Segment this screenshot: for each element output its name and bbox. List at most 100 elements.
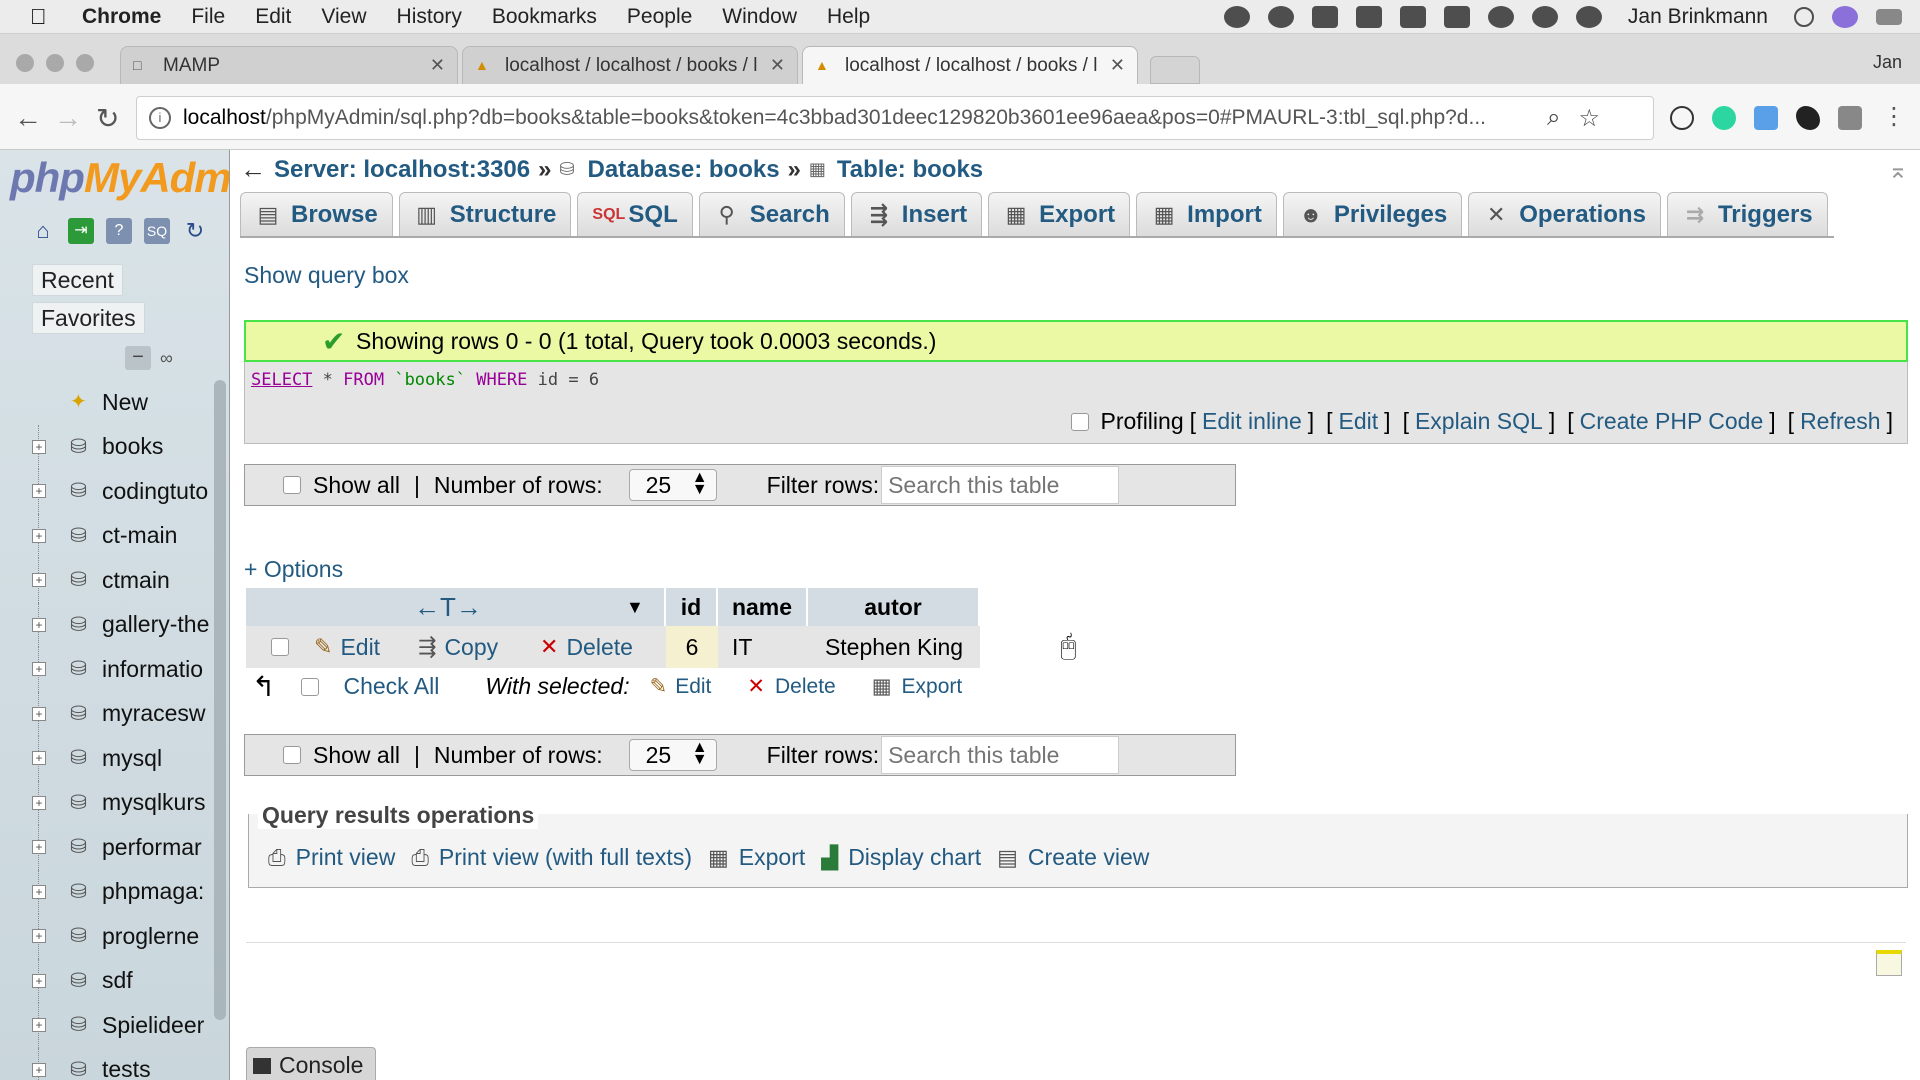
tree-item-db[interactable]: + ⛁ ct-main — [0, 513, 215, 558]
edit-inline-link[interactable]: Edit inline — [1202, 408, 1302, 435]
site-info-icon[interactable]: i — [149, 107, 171, 129]
tree-item-db[interactable]: + ⛁ sdf — [0, 958, 215, 1003]
tab-export[interactable]: ▦ Export — [988, 192, 1131, 236]
expand-icon[interactable]: + — [32, 573, 46, 588]
row-delete-link[interactable]: ✕ Delete — [540, 634, 633, 661]
sidebar-scrollbar[interactable] — [214, 380, 226, 1020]
collapse-all-icon[interactable]: − — [125, 346, 151, 370]
bulk-edit-button[interactable]: ✎ Edit — [650, 674, 712, 699]
tab-close-icon[interactable]: ✕ — [430, 55, 445, 76]
app-tray-icon[interactable] — [1355, 6, 1382, 28]
menu-file[interactable]: File — [191, 5, 225, 29]
tree-item-db[interactable]: + ⛁ Spielideer — [0, 1003, 215, 1048]
tree-item-db[interactable]: + ⛁ tests — [0, 1047, 215, 1080]
menu-chrome[interactable]: Chrome — [82, 5, 161, 29]
extension-m-icon[interactable] — [1712, 106, 1736, 130]
tree-item-new[interactable]: ✦ New — [0, 380, 215, 425]
menu-history[interactable]: History — [397, 5, 462, 29]
tree-item-db[interactable]: + ⛁ books — [0, 424, 215, 469]
column-header-name[interactable]: name — [718, 588, 808, 626]
tree-item-db[interactable]: + ⛁ mysql — [0, 736, 215, 781]
minimize-window-button[interactable] — [46, 54, 64, 72]
print-view-full-link[interactable]: ⎙ Print view (with full texts) — [411, 844, 692, 871]
tab-browse[interactable]: ▤ Browse — [240, 192, 393, 236]
print-view-link[interactable]: ⎙ Print view — [268, 844, 395, 871]
browser-tab-mamp[interactable]: □ MAMP ✕ — [120, 46, 458, 84]
cell-autor[interactable]: Stephen King — [808, 626, 980, 668]
tree-item-db[interactable]: + ⛁ myracesw — [0, 691, 215, 736]
tab-insert[interactable]: ⇶ Insert — [850, 192, 983, 236]
bulk-export-button[interactable]: ▦ Export — [872, 674, 963, 699]
leaf-tray-icon[interactable] — [1487, 6, 1514, 28]
siri-icon[interactable] — [1832, 6, 1858, 28]
tab-sql[interactable]: SQL SQL — [577, 192, 693, 236]
expand-icon[interactable]: + — [32, 617, 46, 632]
column-resize-icon[interactable]: ←T→ — [414, 592, 482, 623]
tab-structure[interactable]: ▥ Structure — [398, 192, 572, 236]
address-bar[interactable]: i localhost/phpMyAdmin/sql.php?db=books&… — [136, 96, 1654, 140]
favorite-tables-button[interactable]: Favorites — [32, 302, 145, 334]
zoom-icon[interactable]: ⌕ — [1547, 104, 1560, 133]
time-machine-icon[interactable] — [1575, 6, 1602, 28]
filter-rows-input[interactable] — [881, 736, 1120, 774]
recent-tables-button[interactable]: Recent — [32, 264, 123, 296]
chrome-menu-icon[interactable]: ⋮ — [1882, 102, 1906, 131]
row-copy-link[interactable]: ⇶ Copy — [418, 634, 498, 661]
sql-keyword-select[interactable]: SELECT — [251, 370, 312, 390]
expand-icon[interactable]: + — [32, 1062, 46, 1077]
new-tab-button[interactable] — [1150, 56, 1200, 84]
show-query-box-link[interactable]: Show query box — [244, 262, 409, 289]
cell-id[interactable]: 6 — [666, 626, 718, 668]
tab-operations[interactable]: ✕ Operations — [1468, 192, 1661, 236]
profiling-checkbox[interactable] — [1070, 412, 1089, 431]
tree-item-db[interactable]: + ⛁ performar — [0, 825, 215, 870]
onepassword-icon[interactable] — [1267, 6, 1294, 28]
rows-select[interactable]: 25 ▲ ▼ — [628, 739, 717, 771]
expand-icon[interactable]: + — [32, 706, 46, 721]
browser-tab-books-1[interactable]: ▲ localhost / localhost / books / l ✕ — [462, 46, 798, 84]
column-header-autor[interactable]: autor — [808, 588, 980, 626]
tab-search[interactable]: ⚲ Search — [698, 192, 845, 236]
menu-window[interactable]: Window — [722, 5, 797, 29]
link-with-main-icon[interactable]: ∞ — [160, 348, 186, 368]
logout-icon[interactable]: ⇥ — [68, 218, 94, 244]
tab-triggers[interactable]: ⇉ Triggers — [1666, 192, 1828, 236]
dropbox-icon[interactable] — [1311, 6, 1338, 28]
apple-menu-icon[interactable]:  — [30, 4, 60, 30]
menu-help[interactable]: Help — [827, 5, 870, 29]
tree-item-db[interactable]: + ⛁ informatio — [0, 647, 215, 692]
creative-cloud-icon[interactable] — [1223, 6, 1250, 28]
dropdown-arrow-icon[interactable]: ▼ — [626, 597, 644, 618]
create-php-code-link[interactable]: Create PHP Code — [1580, 408, 1764, 435]
zoom-window-button[interactable] — [76, 54, 94, 72]
reload-navigation-icon[interactable]: ↻ — [182, 218, 208, 244]
hide-navigation-icon[interactable]: ← — [240, 154, 266, 185]
tab-import[interactable]: ▦ Import — [1136, 192, 1277, 236]
explain-sql-link[interactable]: Explain SQL — [1415, 408, 1543, 435]
column-header-id[interactable]: id — [666, 588, 718, 626]
check-all-link[interactable]: Check All — [343, 673, 439, 700]
row-edit-link[interactable]: ✎ Edit — [314, 634, 380, 661]
query-window-icon[interactable]: ? — [106, 218, 132, 244]
create-view-link[interactable]: ▤ Create view — [997, 844, 1149, 871]
expand-icon[interactable]: + — [32, 795, 46, 810]
reload-icon[interactable]: ↻ — [96, 102, 119, 135]
pma-logo[interactable]: phpMyAdmi — [10, 154, 229, 202]
breadcrumb-table[interactable]: Table: books — [837, 156, 983, 184]
menu-edit[interactable]: Edit — [255, 5, 291, 29]
show-all-checkbox[interactable] — [283, 746, 301, 764]
expand-icon[interactable]: + — [32, 439, 46, 454]
devtools-extension-icon[interactable] — [1838, 106, 1862, 130]
rows-select[interactable]: 25 ▲ ▼ — [628, 469, 717, 501]
edit-query-link[interactable]: Edit — [1339, 408, 1379, 435]
back-icon[interactable]: ← — [14, 102, 42, 134]
home-icon[interactable]: ⌂ — [30, 218, 56, 244]
tab-privileges[interactable]: ☻ Privileges — [1282, 192, 1463, 236]
export-results-link[interactable]: ▦ Export — [708, 844, 805, 871]
expand-icon[interactable]: + — [32, 973, 46, 988]
row-checkbox[interactable] — [271, 638, 289, 656]
extension-panel-icon[interactable] — [1754, 106, 1778, 130]
tree-item-db[interactable]: + ⛁ gallery-the — [0, 602, 215, 647]
profile-button[interactable]: Jan — [1873, 52, 1902, 73]
menu-view[interactable]: View — [321, 5, 366, 29]
